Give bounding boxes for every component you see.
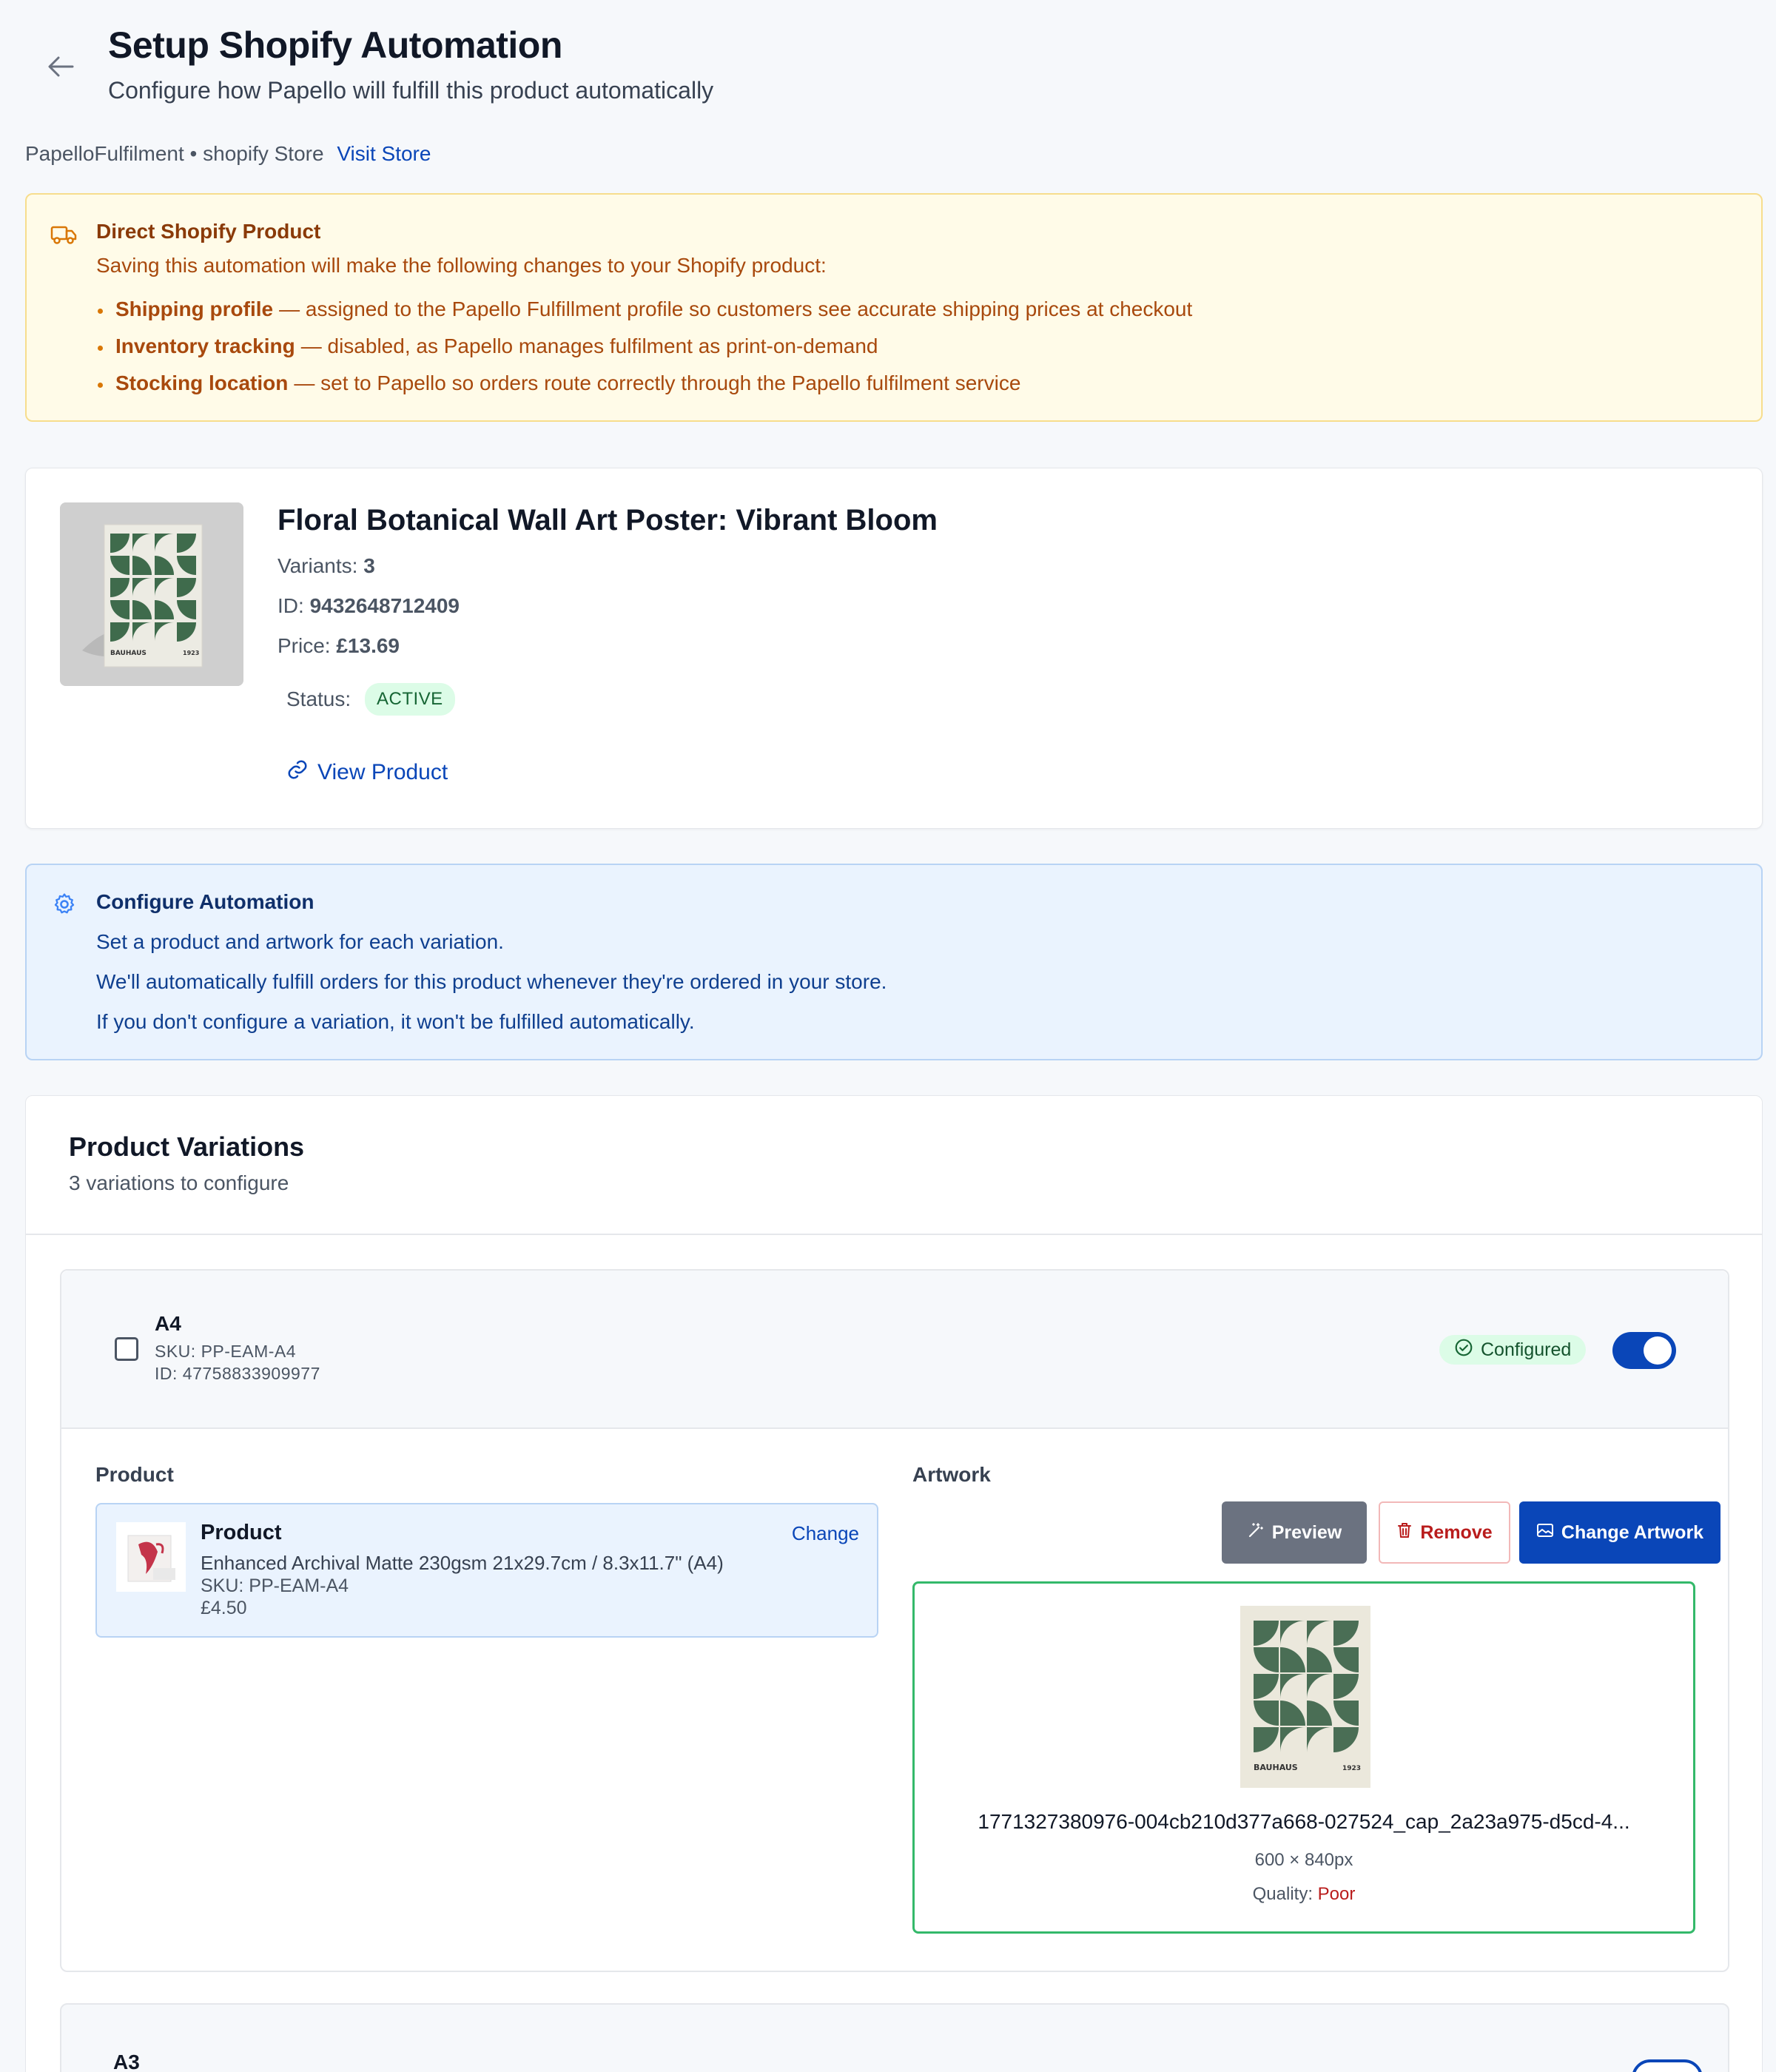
- variation-card: A4 SKU: PP-EAM-A4 ID: 47758833909977 Con…: [60, 1269, 1729, 1972]
- warning-item: Shipping profile — assigned to the Papell…: [96, 291, 1192, 328]
- divider: [26, 1234, 1762, 1235]
- trash-icon: [1396, 1521, 1413, 1544]
- preview-label: Preview: [1271, 1521, 1342, 1543]
- remove-label: Remove: [1420, 1521, 1493, 1543]
- direct-shopify-warning: Direct Shopify Product Saving this autom…: [25, 193, 1763, 422]
- back-arrow-icon[interactable]: [44, 52, 77, 81]
- warning-item: Stocking location — set to Papello so ord…: [96, 365, 1192, 402]
- image-icon: [1536, 1522, 1554, 1544]
- store-name: PapelloFulfilment • shopify Store: [25, 142, 324, 165]
- artwork-dimensions: 600 × 840px: [1254, 1850, 1353, 1870]
- variation-id: ID: 47758833909977: [155, 1364, 320, 1383]
- gear-icon: [52, 892, 77, 921]
- configured-badge: Configured: [1439, 1335, 1587, 1365]
- product-name: Product: [201, 1521, 282, 1544]
- status-badge: ACTIVE: [365, 683, 455, 716]
- warning-item-label: Shipping profile: [115, 297, 274, 320]
- info-line: Set a product and artwork for each varia…: [96, 930, 504, 953]
- view-product-label: View Product: [317, 760, 448, 784]
- variants-label: Variants:: [278, 554, 358, 577]
- variants-value: 3: [363, 554, 375, 577]
- variation-header: A4 SKU: PP-EAM-A4 ID: 47758833909977 Con…: [61, 1271, 1728, 1429]
- thumb-caption-left: BAUHAUS: [110, 650, 147, 657]
- artwork-filename: 1771327380976-004cb210d377a668-027524_ca…: [978, 1810, 1630, 1833]
- product-variations-panel: Product Variations 3 variations to confi…: [25, 1095, 1763, 2072]
- product-section-label: Product: [95, 1463, 174, 1486]
- info-title: Configure Automation: [96, 890, 314, 913]
- configured-label: Configured: [1481, 1339, 1572, 1360]
- warning-item-text: — set to Papello so orders route correct…: [294, 371, 1021, 394]
- product-variants: Variants: 3: [278, 554, 375, 578]
- quality-label: Quality:: [1252, 1884, 1313, 1904]
- truck-icon: [50, 224, 77, 249]
- page-title: Setup Shopify Automation: [108, 24, 562, 66]
- warning-list: Shipping profile — assigned to the Papell…: [96, 291, 1192, 402]
- id-value: 9432648712409: [309, 594, 460, 617]
- product-image: [116, 1522, 186, 1592]
- id-label: ID:: [278, 594, 304, 617]
- remove-button[interactable]: Remove: [1379, 1501, 1510, 1564]
- warning-item-label: Stocking location: [115, 371, 289, 394]
- warning-item-text: — disabled, as Papello manages fulfilmen…: [300, 334, 878, 357]
- variation-name: A3: [113, 2051, 140, 2072]
- artwork-caption-left: BAUHAUS: [1254, 1763, 1298, 1772]
- product-title: Floral Botanical Wall Art Poster: Vibran…: [278, 504, 938, 536]
- preview-button[interactable]: Preview: [1222, 1501, 1367, 1564]
- artwork-quality: Quality: Poor: [915, 1884, 1693, 1905]
- product-card: BAUHAUS 1923 Floral Botanical Wall Art P…: [25, 468, 1763, 829]
- price-label: Price:: [278, 634, 331, 657]
- product-id: ID: 9432648712409: [278, 594, 460, 618]
- product-sku: SKU: PP-EAM-A4: [201, 1575, 349, 1596]
- warning-item-text: — assigned to the Papello Fulfillment pr…: [279, 297, 1193, 320]
- change-artwork-label: Change Artwork: [1561, 1521, 1704, 1543]
- info-line: If you don't configure a variation, it w…: [96, 1010, 695, 1033]
- variation-enabled-toggle[interactable]: [1612, 1332, 1676, 1369]
- variations-subtitle: 3 variations to configure: [69, 1171, 289, 1194]
- artwork-caption-right: 1923: [1342, 1765, 1361, 1772]
- change-artwork-button[interactable]: Change Artwork: [1519, 1501, 1720, 1564]
- variation-enabled-toggle[interactable]: [1632, 2059, 1703, 2072]
- price-value: £13.69: [336, 634, 400, 657]
- change-product-link[interactable]: Change: [792, 1522, 859, 1545]
- product-price: Price: £13.69: [278, 634, 400, 658]
- warning-description: Saving this automation will make the fol…: [96, 254, 827, 277]
- variation-checkbox[interactable]: [115, 1337, 138, 1361]
- variation-card: A3: [60, 2003, 1729, 2072]
- product-description: Enhanced Archival Matte 230gsm 21x29.7cm…: [201, 1552, 724, 1574]
- store-line: PapelloFulfilment • shopify Store Visit …: [25, 142, 431, 166]
- page-subtitle: Configure how Papello will fulfill this …: [108, 77, 714, 104]
- product-thumbnail: BAUHAUS 1923: [60, 502, 243, 686]
- view-product-link[interactable]: View Product: [286, 758, 448, 787]
- warning-item-label: Inventory tracking: [115, 334, 295, 357]
- variations-title: Product Variations: [69, 1131, 305, 1162]
- check-circle-icon: [1454, 1338, 1473, 1362]
- artwork-section-label: Artwork: [912, 1463, 991, 1486]
- magic-wand-icon: [1247, 1521, 1265, 1544]
- artwork-preview-box: BAUHAUS 1923 1771327380976-004cb210d377a…: [912, 1581, 1695, 1934]
- link-icon: [286, 758, 309, 787]
- quality-value: Poor: [1317, 1884, 1356, 1904]
- visit-store-link[interactable]: Visit Store: [337, 142, 431, 165]
- variation-name: A4: [155, 1312, 181, 1335]
- artwork-thumbnail: BAUHAUS 1923: [1240, 1606, 1370, 1788]
- status-label: Status:: [286, 687, 352, 710]
- warning-item: Inventory tracking — disabled, as Papello…: [96, 328, 1192, 365]
- selected-product: Product Enhanced Archival Matte 230gsm 2…: [95, 1503, 878, 1638]
- info-line: We'll automatically fulfill orders for t…: [96, 970, 887, 993]
- variation-sku: SKU: PP-EAM-A4: [155, 1342, 297, 1361]
- product-price: £4.50: [201, 1598, 247, 1618]
- warning-title: Direct Shopify Product: [96, 220, 321, 243]
- configure-automation-info: Configure Automation Set a product and a…: [25, 864, 1763, 1060]
- thumb-caption-right: 1923: [183, 650, 199, 656]
